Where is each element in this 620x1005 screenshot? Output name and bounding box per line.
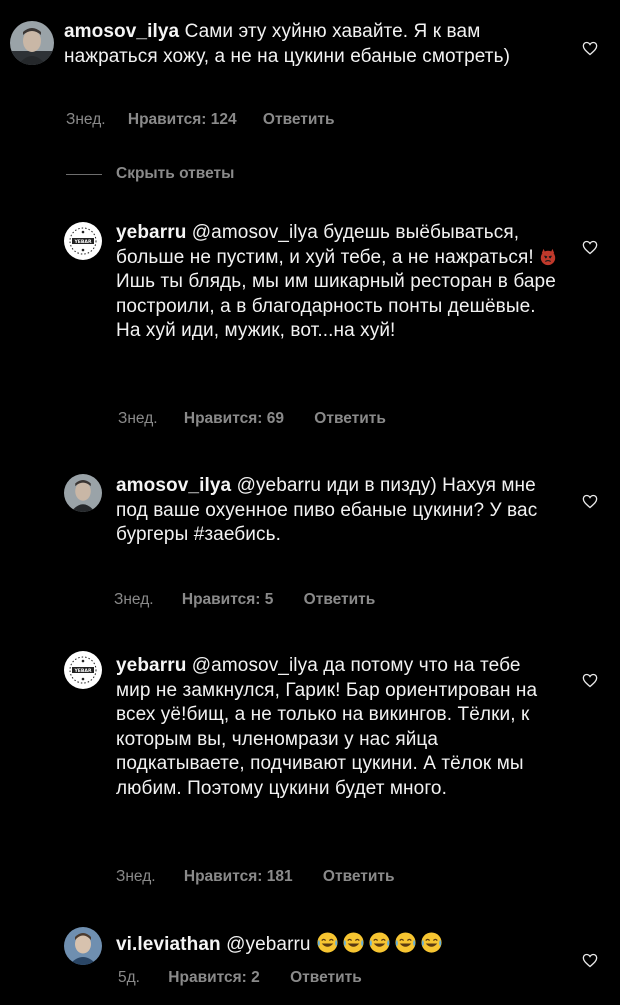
hide-replies-label: Скрыть ответы <box>116 165 235 182</box>
likes-count[interactable]: Нравится: 181 <box>184 868 293 886</box>
comment-username[interactable]: amosov_ilya <box>64 21 179 42</box>
comment-time: Знед. <box>66 111 106 128</box>
user-photo-icon <box>10 21 54 65</box>
comment-username[interactable]: amosov_ilya <box>116 475 231 496</box>
heart-outline-icon[interactable] <box>582 41 598 56</box>
comment-text-continued: Ишь ты блядь, мы им шикарный ресторан в … <box>116 271 556 341</box>
avatar[interactable] <box>64 474 102 512</box>
comment-text: да потому что на тебе мир не замкнулся, … <box>116 655 538 799</box>
comment-meta: Знед. Нравится: 5 Ответить <box>114 591 375 609</box>
comment-body: yebarru @amosov_ilya да потому что на те… <box>116 654 558 801</box>
mention-link[interactable]: @yebarru <box>237 475 322 496</box>
avatar[interactable]: YEBAR <box>64 651 102 689</box>
reply-button[interactable]: Ответить <box>314 410 386 428</box>
comment-time: 5д. <box>118 969 140 986</box>
comment-meta: 5д. Нравится: 2 Ответить <box>118 969 362 987</box>
heart-outline-icon[interactable] <box>582 240 598 255</box>
comment-username[interactable]: yebarru <box>116 222 186 243</box>
reply-button[interactable]: Ответить <box>263 111 335 129</box>
angry-devil-icon <box>540 248 556 265</box>
face-with-tears-of-joy-icon <box>317 932 338 953</box>
face-with-tears-of-joy-icon <box>421 932 442 953</box>
face-with-tears-of-joy-icon <box>369 932 390 953</box>
yebar-logo-icon: YEBAR <box>65 652 101 688</box>
reply-button[interactable]: Ответить <box>304 591 376 609</box>
user-photo-icon <box>64 474 102 512</box>
emoji-row <box>316 932 446 955</box>
likes-count[interactable]: Нравится: 124 <box>128 111 237 129</box>
svg-text:YEBAR: YEBAR <box>73 668 92 674</box>
mention-link[interactable]: @amosov_ilya <box>192 655 318 676</box>
comment-time: Знед. <box>118 410 158 427</box>
divider-line <box>66 174 102 175</box>
reply-button[interactable]: Ответить <box>323 868 395 886</box>
user-photo-icon <box>64 927 102 965</box>
mention-link[interactable]: @amosov_ilya <box>192 222 318 243</box>
likes-count[interactable]: Нравится: 2 <box>168 969 259 987</box>
comment-username[interactable]: vi.leviathan <box>116 934 221 955</box>
avatar[interactable]: YEBAR <box>64 222 102 260</box>
heart-outline-icon[interactable] <box>582 494 598 509</box>
reply-button[interactable]: Ответить <box>290 969 362 987</box>
heart-outline-icon[interactable] <box>582 673 598 688</box>
comment-body: amosov_ilya @yebarru иди в пизду) Нахуя … <box>116 474 558 548</box>
comment-body: yebarru @amosov_ilya будешь выёбываться,… <box>116 221 558 344</box>
heart-outline-icon[interactable] <box>582 953 598 968</box>
comment-username[interactable]: yebarru <box>116 655 186 676</box>
yebar-logo-icon: YEBAR <box>65 223 101 259</box>
face-with-tears-of-joy-icon <box>395 932 416 953</box>
comment-body: amosov_ilya Сами эту хуйню хавайте. Я к … <box>64 20 558 69</box>
comment-meta: Знед. Нравится: 181 Ответить <box>116 868 395 886</box>
avatar[interactable] <box>64 927 102 965</box>
comment-time: Знед. <box>114 591 154 608</box>
likes-count[interactable]: Нравится: 69 <box>184 410 284 428</box>
likes-count[interactable]: Нравится: 5 <box>182 591 273 609</box>
svg-text:YEBAR: YEBAR <box>73 239 92 245</box>
face-with-tears-of-joy-icon <box>343 932 364 953</box>
mention-link[interactable]: @yebarru <box>226 934 311 955</box>
comment-meta: Знед. Нравится: 69 Ответить <box>118 410 386 428</box>
comment-time: Знед. <box>116 868 156 885</box>
comment-meta: Знед. Нравится: 124 Ответить <box>66 111 335 129</box>
avatar[interactable] <box>10 21 54 65</box>
comment-body: vi.leviathan @yebarru <box>116 931 558 958</box>
